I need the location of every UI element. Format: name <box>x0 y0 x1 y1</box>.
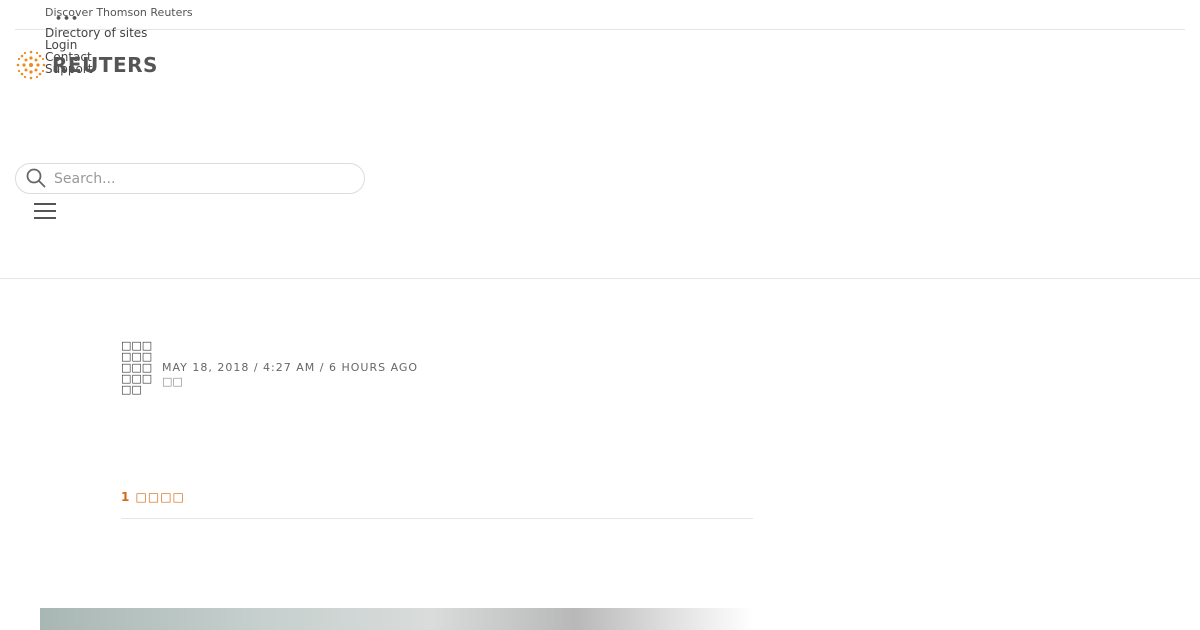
byline-author[interactable]: □□□□□□□□□□□□□□ <box>121 340 153 395</box>
header-divider <box>0 278 1200 279</box>
related-count-link[interactable]: 1 □□□□ <box>121 490 185 504</box>
read-time: □□ <box>162 375 183 388</box>
reuters-dot-mark-icon <box>16 50 46 80</box>
menu-bar <box>34 203 56 205</box>
byline-meta: MAY 18, 2018 / 4:27 AM / 6 HOURS AGO □□ <box>162 361 418 395</box>
search-box[interactable] <box>15 163 365 194</box>
hamburger-menu-icon[interactable] <box>34 200 56 220</box>
reuters-logo[interactable]: REUTERS <box>14 48 158 82</box>
menu-bar <box>34 210 56 212</box>
search-icon[interactable] <box>26 168 46 188</box>
article-date: MAY 18, 2018 / 4:27 AM / 6 HOURS AGO <box>162 361 419 374</box>
logo-wordmark: REUTERS <box>52 53 158 77</box>
search-input[interactable] <box>52 167 356 191</box>
section-rule <box>121 518 753 519</box>
more-options-icon[interactable]: ••• <box>55 13 79 24</box>
article-byline: □□□□□□□□□□□□□□ MAY 18, 2018 / 4:27 AM / … <box>121 340 418 395</box>
hero-image <box>40 608 753 630</box>
menu-bar <box>34 217 56 219</box>
